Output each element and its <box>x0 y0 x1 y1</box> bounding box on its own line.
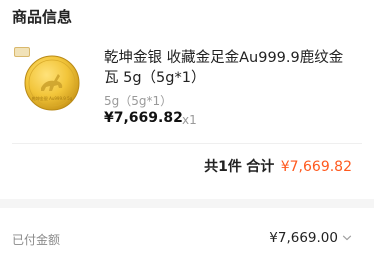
total-label: 合计 <box>246 159 275 175</box>
paid-label: 已付金额 <box>12 233 61 247</box>
section-title: 商品信息 <box>12 8 73 26</box>
paid-amount: ¥7,669.00 <box>269 230 338 246</box>
payment-row[interactable]: 已付金额 ¥7,669.00 <box>0 208 374 264</box>
divider <box>12 143 362 144</box>
product-spec: 5g（5g*1） <box>104 94 173 108</box>
product-price: ¥7,669.82 <box>104 110 183 126</box>
item-count: 共1件 <box>204 159 242 175</box>
coin-inscription: 乾坤金银 Au999.9 5g <box>32 95 73 101</box>
gold-coin-image: 乾坤金银 Au999.9 5g <box>24 55 80 111</box>
product-thumbnail[interactable]: 乾坤金银 Au999.9 5g <box>12 45 90 123</box>
chevron-down-icon[interactable] <box>342 233 352 243</box>
total-amount: ¥7,669.82 <box>280 159 352 175</box>
product-name[interactable]: 乾坤金银 收藏金足金Au999.9鹿纹金瓦 5g（5g*1） <box>104 48 349 88</box>
order-product-card: 商品信息 乾坤金银 Au999.9 5g 乾坤金银 收藏金足金Au999.9鹿纹… <box>0 0 374 199</box>
order-summary: 共1件 合计 ¥7,669.82 <box>204 156 352 176</box>
product-quantity: x1 <box>182 113 197 127</box>
